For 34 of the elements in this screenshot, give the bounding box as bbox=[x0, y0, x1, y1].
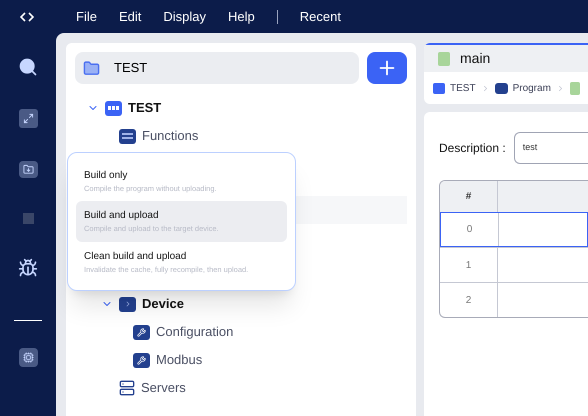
description-label: Description : bbox=[439, 140, 506, 157]
table-cell: 1 bbox=[440, 248, 498, 282]
editor-tab[interactable]: main bbox=[424, 43, 588, 72]
menu-item[interactable]: File bbox=[76, 6, 97, 26]
table-row[interactable]: 1 bbox=[440, 247, 588, 282]
menu-item[interactable]: Edit bbox=[118, 6, 142, 26]
bug-icon[interactable] bbox=[18, 258, 38, 278]
tree-item[interactable]: Configuration bbox=[156, 322, 234, 342]
table-row[interactable]: 2 bbox=[440, 282, 588, 317]
menu-item[interactable]: Recent bbox=[300, 6, 341, 26]
tree-item[interactable]: Device bbox=[142, 294, 184, 314]
tree-item[interactable]: Servers bbox=[141, 378, 186, 398]
add-button[interactable] bbox=[367, 52, 407, 84]
code-logo-icon[interactable] bbox=[20, 12, 34, 22]
folder-download-icon[interactable] bbox=[18, 161, 38, 178]
tree-item[interactable]: TEST bbox=[128, 98, 162, 118]
table-row[interactable]: 0 bbox=[440, 212, 588, 247]
breadcrumb-item[interactable]: Program bbox=[512, 80, 551, 96]
table-cell: 2 bbox=[440, 283, 498, 317]
wrench-folder-icon bbox=[133, 352, 150, 368]
description-field[interactable]: test bbox=[514, 132, 588, 164]
server-icon bbox=[119, 380, 135, 396]
menu-item[interactable]: Help bbox=[228, 6, 255, 26]
project-field[interactable]: TEST bbox=[75, 52, 359, 84]
expand-icon[interactable] bbox=[18, 109, 38, 128]
search-icon[interactable] bbox=[18, 57, 38, 77]
table-header: # bbox=[440, 181, 498, 212]
chip-icon[interactable] bbox=[18, 348, 38, 367]
tree-item[interactable]: Modbus bbox=[156, 350, 202, 370]
wrench-folder-icon bbox=[133, 324, 150, 340]
table-cell: 0 bbox=[441, 213, 499, 246]
breadcrumb-item[interactable]: TEST bbox=[450, 80, 476, 96]
tree-item[interactable]: Functions bbox=[142, 126, 198, 146]
menu-item[interactable]: Display bbox=[163, 6, 206, 26]
